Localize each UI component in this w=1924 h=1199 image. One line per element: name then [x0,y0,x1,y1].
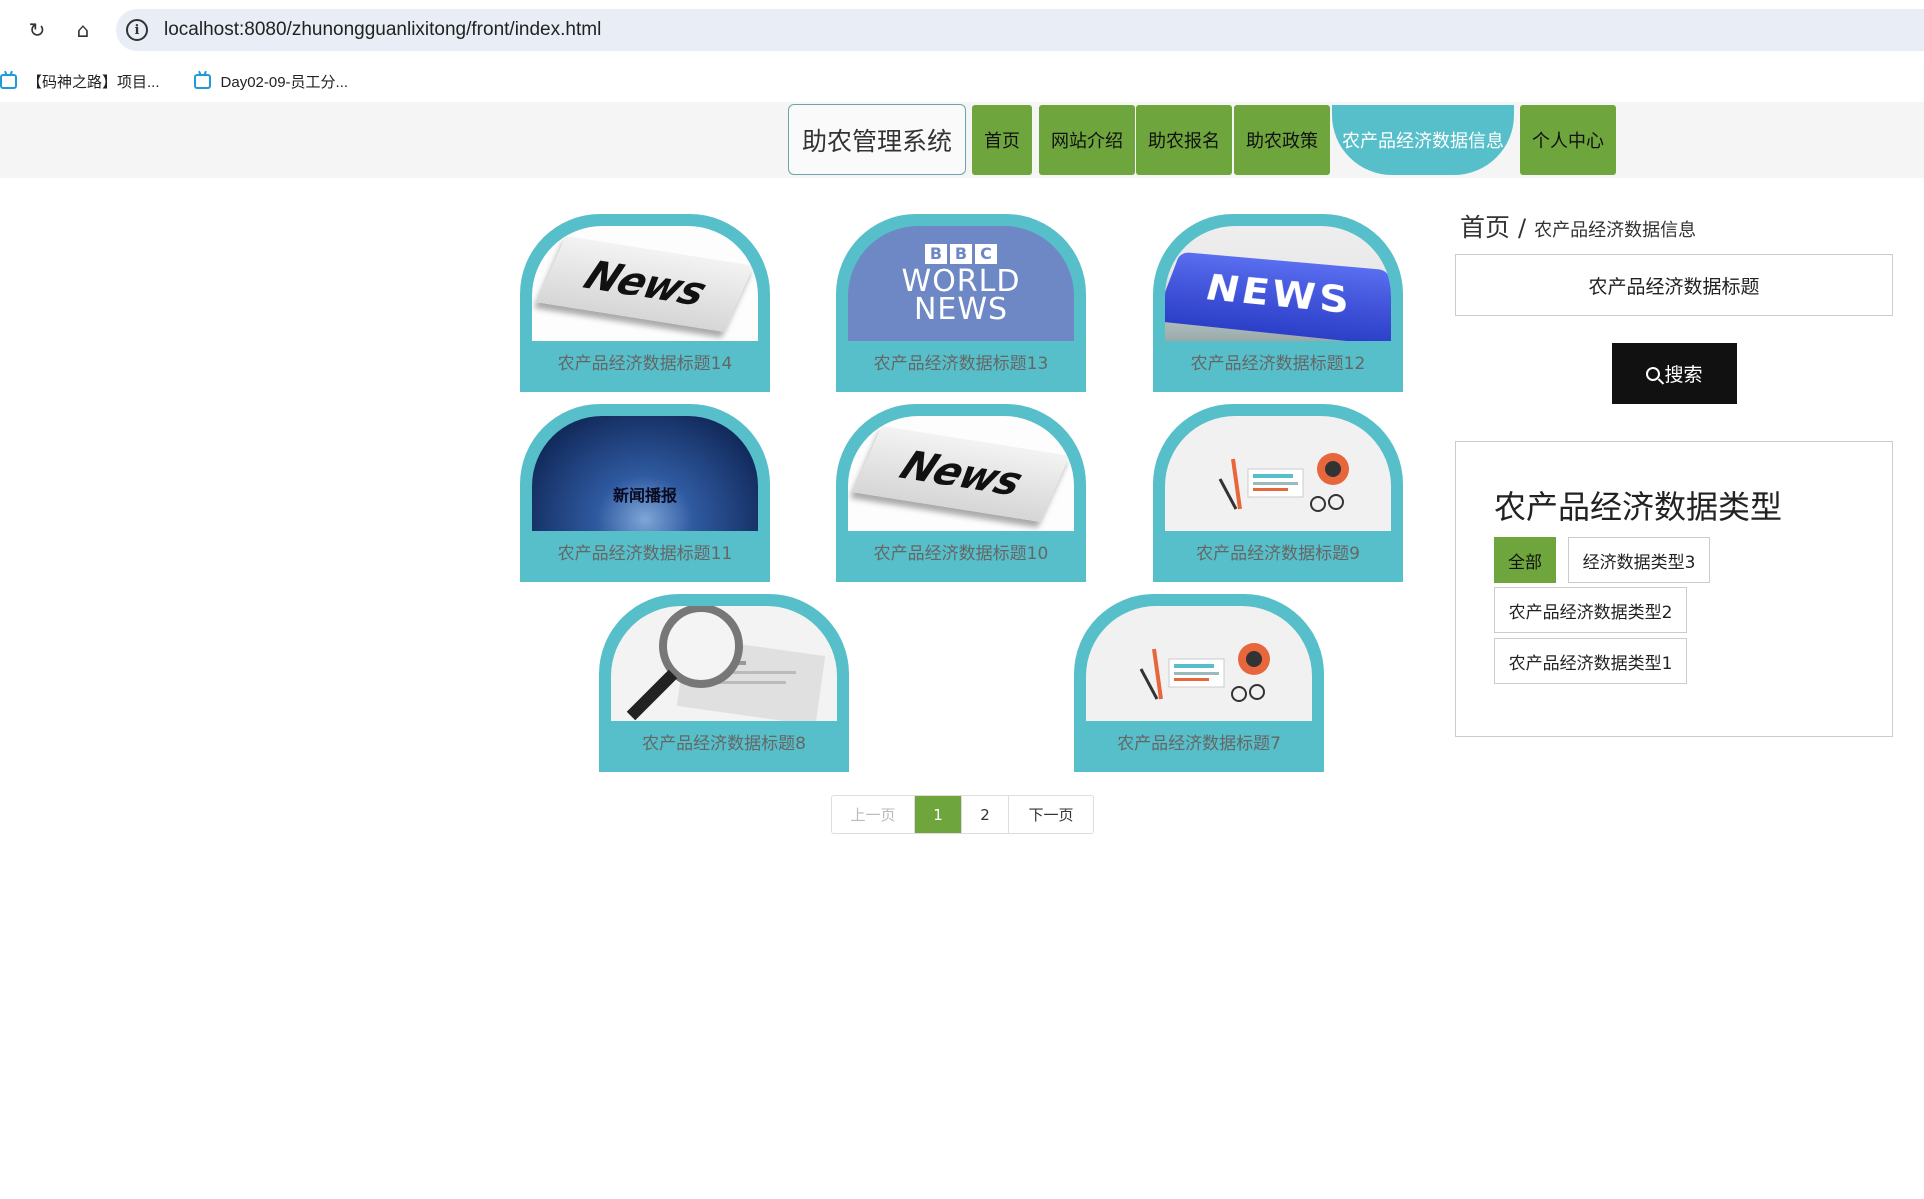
news-image: News [532,226,758,341]
card-title[interactable]: 农产品经济数据标题14 [520,349,770,374]
card-title[interactable]: 农产品经济数据标题13 [836,349,1086,374]
news-key-image: NEWS [1165,226,1391,341]
card-title[interactable]: 农产品经济数据标题12 [1153,349,1403,374]
browser-toolbar: ↻ ⌂ i localhost:8080/zhunongguanlixitong… [0,0,1924,60]
search-button-label: 搜索 [1664,364,1703,386]
next-page-button[interactable]: 下一页 [1009,796,1093,833]
reload-icon[interactable]: ↻ [22,15,52,45]
breadcrumb-separator: / [1518,214,1527,242]
bilibili-icon [193,73,211,89]
news-word: News [893,442,1029,505]
nav-item-policy[interactable]: 助农政策 [1234,105,1330,175]
site-info-icon[interactable]: i [126,19,148,41]
search-icon [1646,366,1661,381]
card-title[interactable]: 农产品经济数据标题10 [836,539,1086,564]
breadcrumb-current: 农产品经济数据信息 [1534,220,1697,241]
page-2-button[interactable]: 2 [962,796,1009,833]
type-tag-all[interactable]: 全部 [1494,537,1556,583]
home-icon[interactable]: ⌂ [68,15,98,45]
bookmark-item[interactable]: Day02-09-员工分... [193,71,349,92]
breadcrumb-home[interactable]: 首页 [1460,208,1510,244]
nav-item-intro[interactable]: 网站介绍 [1039,105,1135,175]
news-key-text: NEWS [1165,251,1391,341]
news-flat-image [1086,606,1312,721]
news-card[interactable]: 农产品经济数据标题9 [1153,404,1403,582]
news-flat-image [1165,416,1391,531]
nav-item-home[interactable]: 首页 [972,105,1032,175]
search-button[interactable]: 搜索 [1612,343,1737,404]
stage-text: 新闻播报 [612,485,677,505]
bbc-letter: B [925,243,947,264]
site-nav: 助农管理系统 首页 网站介绍 助农报名 助农政策 农产品经济数据信息 个人中心 [0,102,1924,178]
address-bar[interactable]: i localhost:8080/zhunongguanlixitong/fro… [116,9,1924,51]
bbc-letter: C [975,243,997,264]
pagination: 上一页 1 2 下一页 [831,795,1094,834]
news-image: News [848,416,1074,531]
bookmarks-bar: 【码神之路】项目... Day02-09-员工分... [0,60,1924,102]
card-title[interactable]: 农产品经济数据标题7 [1074,729,1324,754]
nav-item-signup[interactable]: 助农报名 [1136,105,1232,175]
prev-page-button[interactable]: 上一页 [832,796,915,833]
type-tag[interactable]: 农产品经济数据类型1 [1494,638,1687,684]
card-title[interactable]: 农产品经济数据标题11 [520,539,770,564]
card-title[interactable]: 农产品经济数据标题8 [599,729,849,754]
news-card[interactable]: 农产品经济数据标题8 [599,594,849,772]
breadcrumb: 首页 / 农产品经济数据信息 [1460,208,1696,244]
site-brand[interactable]: 助农管理系统 [788,104,966,175]
bookmark-label: 【码神之路】项目... [27,73,160,91]
type-filter-panel: 农产品经济数据类型 全部 经济数据类型3 农产品经济数据类型2 农产品经济数据类… [1455,441,1893,737]
page-1-button[interactable]: 1 [915,796,962,833]
bbc-world-news-text: WORLD NEWS [901,263,1021,327]
bbc-news-image: BBC WORLD NEWS [848,226,1074,341]
news-card[interactable]: 农产品经济数据标题7 [1074,594,1324,772]
news-magnifier-image [611,606,837,721]
type-tag[interactable]: 农产品经济数据类型2 [1494,587,1687,633]
nav-item-economic-data[interactable]: 农产品经济数据信息 [1332,105,1514,175]
type-panel-title: 农产品经济数据类型 [1494,488,1783,526]
news-stage-image: 新闻播报 [532,416,758,531]
bbc-letter: B [950,243,972,264]
news-word: News [577,252,713,315]
news-card[interactable]: NEWS 农产品经济数据标题12 [1153,214,1403,392]
search-input[interactable]: 农产品经济数据标题 [1455,254,1893,316]
news-card[interactable]: News 农产品经济数据标题10 [836,404,1086,582]
news-card[interactable]: 新闻播报 农产品经济数据标题11 [520,404,770,582]
bilibili-icon [0,73,17,89]
card-title[interactable]: 农产品经济数据标题9 [1153,539,1403,564]
nav-item-personal-center[interactable]: 个人中心 [1520,105,1616,175]
bookmark-item[interactable]: 【码神之路】项目... [0,71,160,92]
news-card[interactable]: BBC WORLD NEWS 农产品经济数据标题13 [836,214,1086,392]
news-card[interactable]: News 农产品经济数据标题14 [520,214,770,392]
type-tag[interactable]: 经济数据类型3 [1568,537,1710,583]
url-text[interactable]: localhost:8080/zhunongguanlixitong/front… [164,19,601,41]
bookmark-label: Day02-09-员工分... [220,73,349,91]
